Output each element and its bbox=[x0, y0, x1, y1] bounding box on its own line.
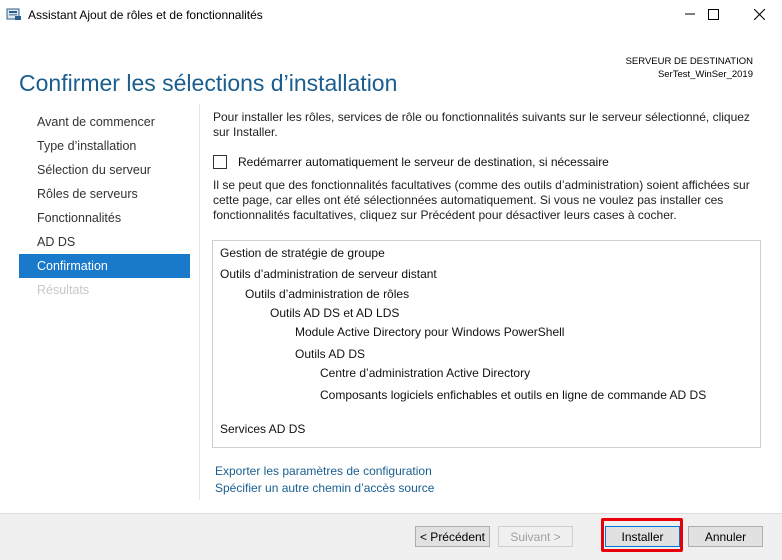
cancel-button[interactable]: Annuler bbox=[688, 526, 763, 547]
nav-item-confirmation[interactable]: Confirmation bbox=[19, 254, 190, 278]
nav-item-selection-serveur[interactable]: Sélection du serveur bbox=[19, 158, 190, 182]
nav-item-ad-ds[interactable]: AD DS bbox=[19, 230, 190, 254]
sidebar-divider bbox=[199, 104, 200, 500]
nav-item-fonctionnalites[interactable]: Fonctionnalités bbox=[19, 206, 190, 230]
window-titlebar: Assistant Ajout de rôles et de fonctionn… bbox=[0, 0, 782, 30]
install-button[interactable]: Installer bbox=[605, 526, 680, 547]
list-item: Outils AD DS bbox=[295, 347, 366, 361]
export-config-link[interactable]: Exporter les paramètres de configuration bbox=[215, 463, 434, 480]
restart-option: Redémarrer automatiquement le serveur de… bbox=[213, 154, 609, 170]
wizard-footer: < Précédent Suivant > Installer Annuler bbox=[0, 513, 782, 560]
maximize-icon bbox=[707, 8, 719, 20]
features-list[interactable]: Gestion de stratégie de groupe Outils d’… bbox=[212, 240, 761, 448]
intro-text: Pour installer les rôles, services de rô… bbox=[213, 110, 750, 139]
destination-server-name: SerTest_WinSer_2019 bbox=[657, 69, 753, 80]
list-item: Centre d’administration Active Directory bbox=[320, 366, 531, 380]
next-button: Suivant > bbox=[498, 526, 573, 547]
destination-server-info: SERVEUR DE DESTINATION SerTest_WinSer_20… bbox=[626, 55, 753, 81]
links-container: Exporter les paramètres de configuration… bbox=[215, 463, 434, 497]
server-manager-icon bbox=[6, 8, 21, 20]
list-item: Outils d’administration de rôles bbox=[245, 287, 410, 301]
restart-checkbox-label[interactable]: Redémarrer automatiquement le serveur de… bbox=[238, 155, 609, 169]
intro-container: Pour installer les rôles, services de rô… bbox=[213, 110, 758, 140]
previous-button[interactable]: < Précédent bbox=[415, 526, 490, 547]
restart-checkbox[interactable] bbox=[213, 155, 227, 169]
destination-label: SERVEUR DE DESTINATION bbox=[625, 56, 753, 67]
maximize-button[interactable] bbox=[690, 0, 736, 28]
list-item: Outils d’administration de serveur dista… bbox=[220, 267, 437, 281]
nav-item-type-installation[interactable]: Type d’installation bbox=[19, 134, 190, 158]
optional-features-note: Il se peut que des fonctionnalités facul… bbox=[213, 178, 750, 222]
close-button[interactable] bbox=[736, 0, 782, 28]
nav-item-resultats: Résultats bbox=[37, 283, 90, 297]
nav-item-avant-de-commencer[interactable]: Avant de commencer bbox=[19, 110, 190, 134]
list-item: Composants logiciels enfichables et outi… bbox=[320, 388, 707, 402]
window-title: Assistant Ajout de rôles et de fonctionn… bbox=[28, 8, 263, 22]
list-item: Outils AD DS et AD LDS bbox=[270, 306, 400, 320]
list-item: Services AD DS bbox=[220, 422, 306, 436]
wizard-steps-nav: Avant de commencer Type d’installation S… bbox=[19, 110, 190, 302]
nav-item-roles-serveurs[interactable]: Rôles de serveurs bbox=[19, 182, 190, 206]
list-item: Module Active Directory pour Windows Pow… bbox=[295, 325, 565, 339]
close-icon bbox=[753, 8, 765, 20]
page-title: Confirmer les sélections d’installation bbox=[19, 70, 398, 97]
alternate-source-link[interactable]: Spécifier un autre chemin d’accès source bbox=[215, 480, 434, 497]
list-item: Gestion de stratégie de groupe bbox=[220, 246, 385, 260]
